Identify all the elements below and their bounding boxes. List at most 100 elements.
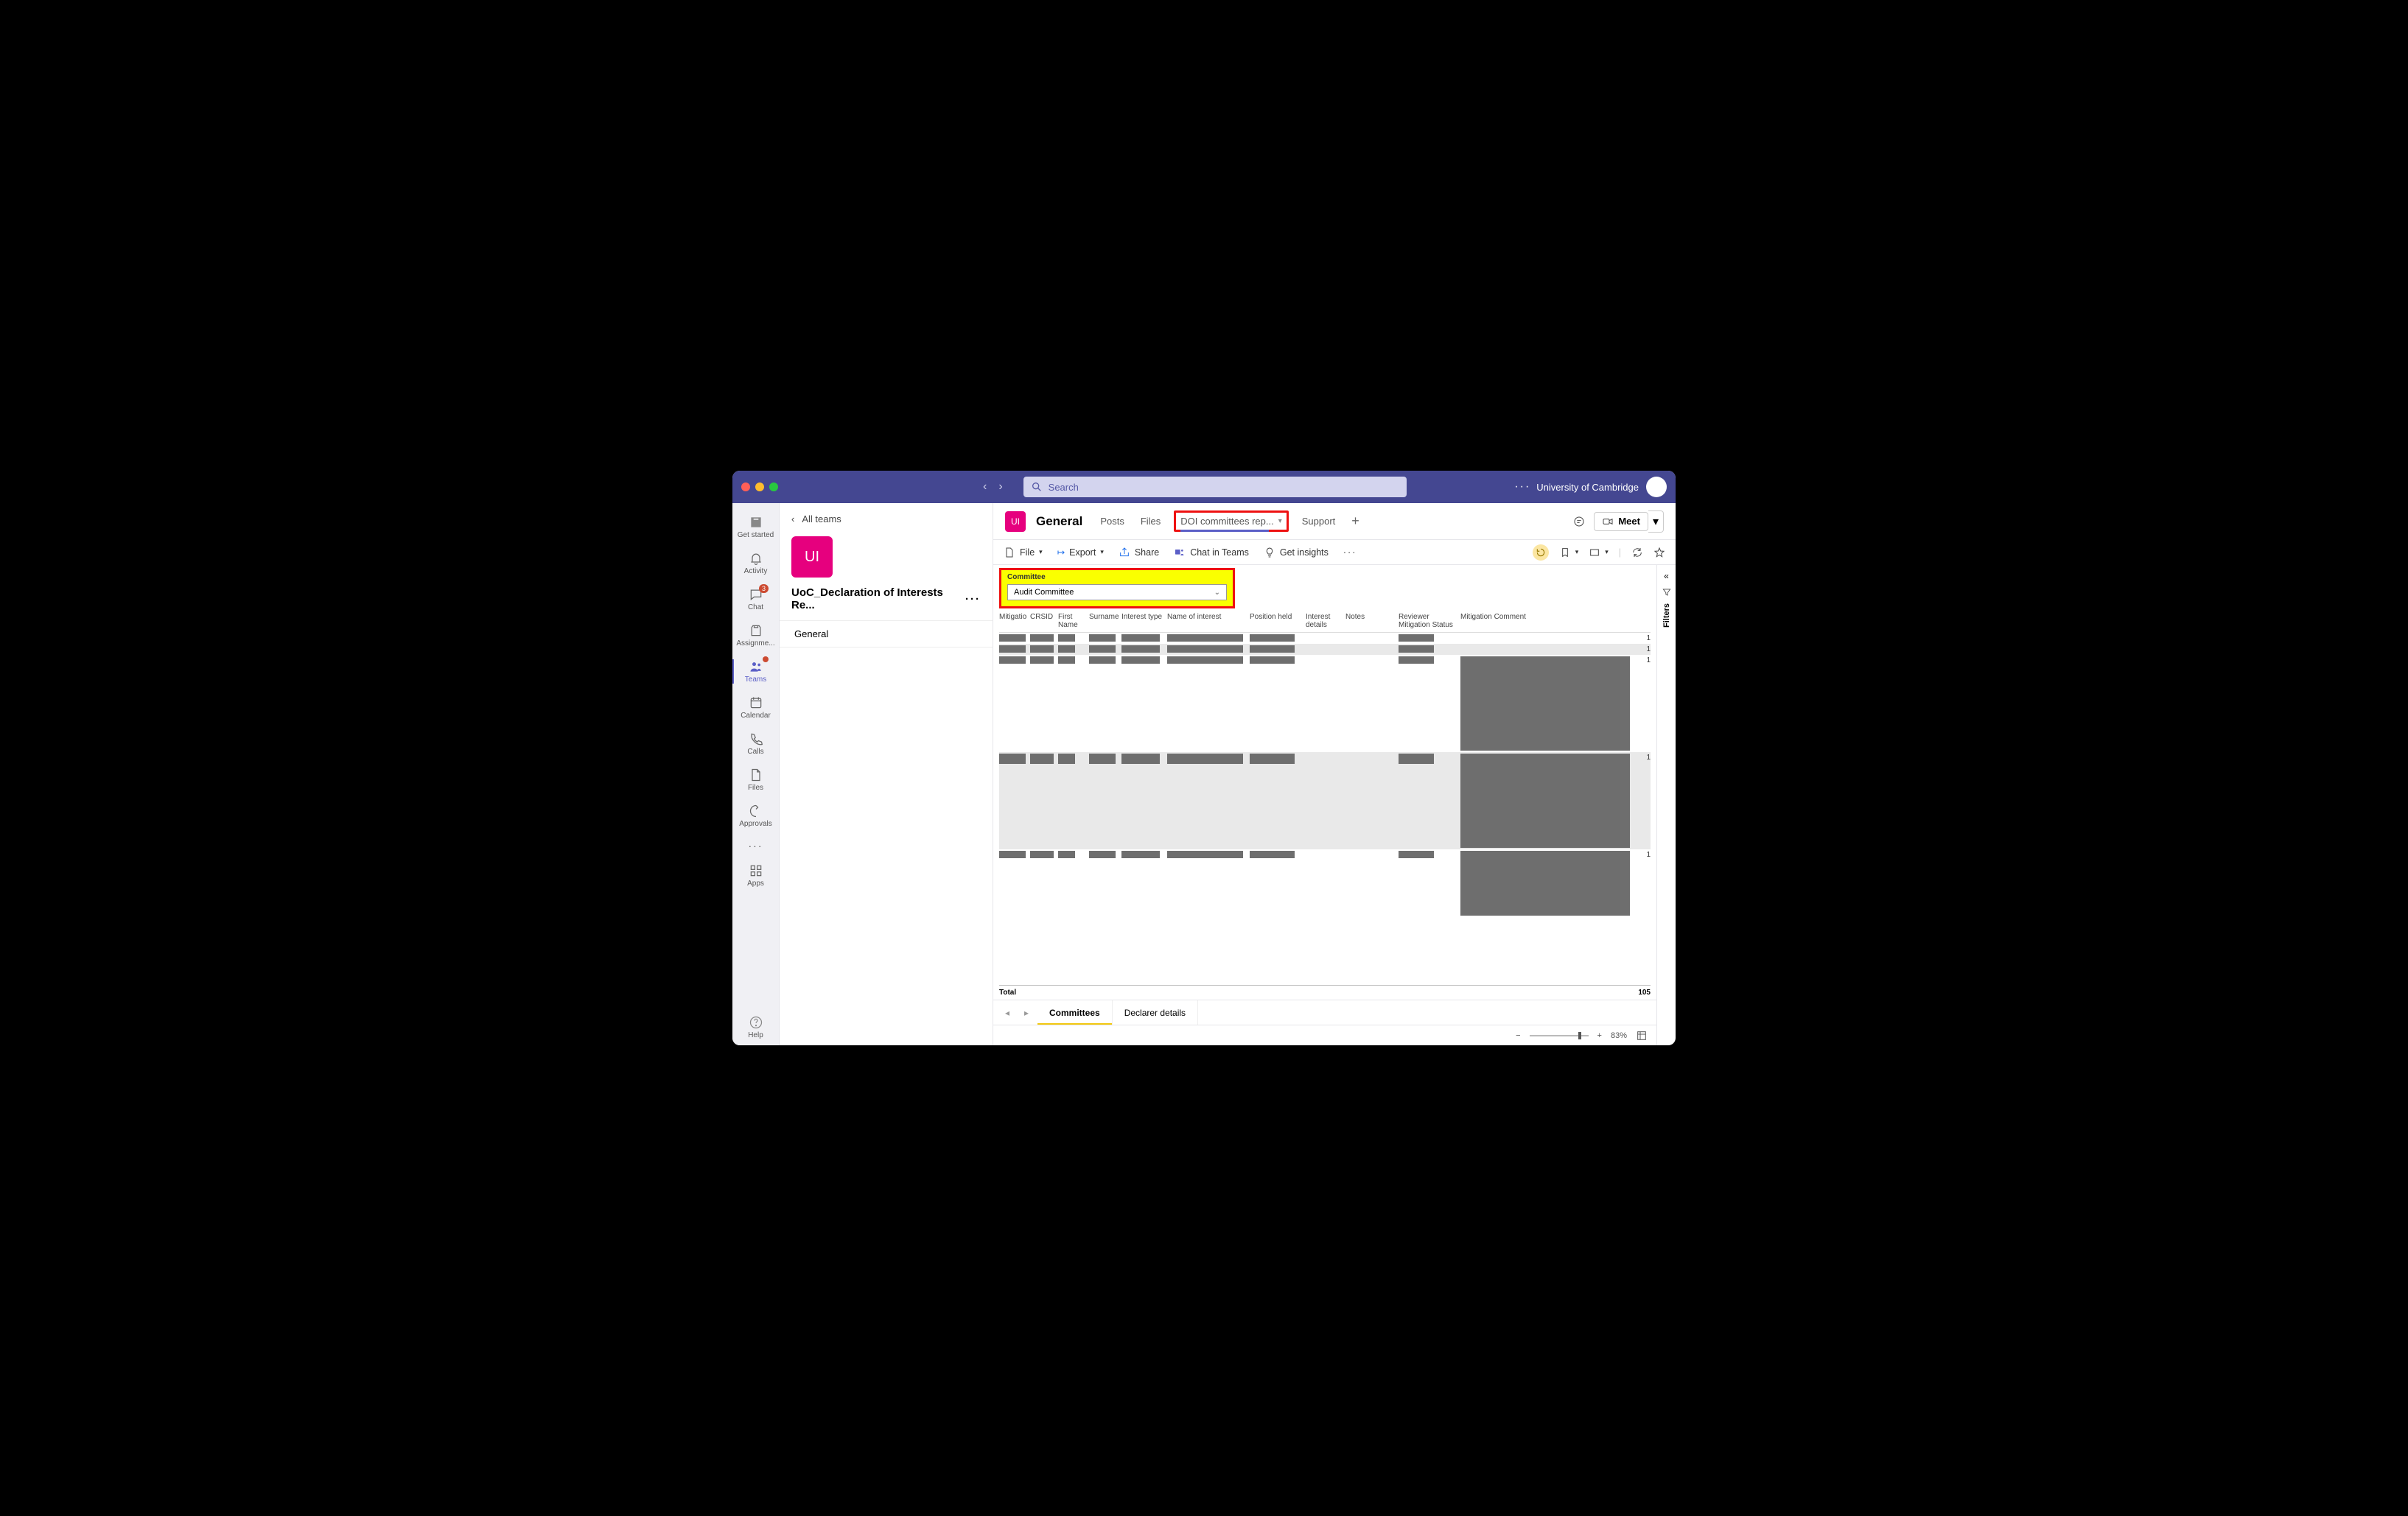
tab-support[interactable]: Support xyxy=(1299,511,1339,531)
team-tile[interactable]: UI xyxy=(791,536,833,578)
forward-button[interactable]: › xyxy=(998,480,1002,494)
rail-assignments[interactable]: Assignme... xyxy=(732,617,779,653)
table-total-row: Total 105 xyxy=(999,985,1651,1000)
col-name-of-interest[interactable]: Name of interest xyxy=(1167,613,1247,629)
tab-files[interactable]: Files xyxy=(1138,511,1163,531)
col-notes[interactable]: Notes xyxy=(1345,613,1396,629)
pbi-overflow[interactable]: ··· xyxy=(1343,547,1357,558)
zoom-slider[interactable] xyxy=(1530,1035,1589,1036)
table-body[interactable]: 11111 xyxy=(999,633,1651,985)
export-icon: ↦ xyxy=(1057,547,1065,558)
pbi-favorite[interactable] xyxy=(1653,547,1665,558)
team-overflow[interactable]: ··· xyxy=(965,593,981,606)
pbi-bookmark[interactable]: ▾ xyxy=(1559,547,1579,558)
pbi-share-button[interactable]: Share xyxy=(1119,547,1159,558)
tab-doi-committees-report[interactable]: DOI committees rep... ▾ xyxy=(1174,510,1288,532)
left-pane: ‹ All teams UI UoC_Declaration of Intere… xyxy=(780,503,993,1045)
search-input[interactable]: Search xyxy=(1023,477,1407,497)
chat-badge: 3 xyxy=(759,584,769,593)
rail-more[interactable]: ··· xyxy=(732,834,779,857)
chevron-down-icon: ▾ xyxy=(1039,548,1043,556)
rail-teams[interactable]: Teams xyxy=(732,653,779,689)
rail-calls[interactable]: Calls xyxy=(732,726,779,762)
col-interest-details[interactable]: Interest details xyxy=(1306,613,1343,629)
filters-pane-collapsed[interactable]: « Filters xyxy=(1656,565,1676,1045)
channel-title: General xyxy=(1036,514,1082,529)
committee-filter-label: Committee xyxy=(1007,573,1227,581)
table-row[interactable]: 1 xyxy=(999,655,1651,752)
minimize-window[interactable] xyxy=(755,482,764,491)
rail-calendar[interactable]: Calendar xyxy=(732,689,779,726)
chevron-down-icon: ▾ xyxy=(1278,517,1282,525)
more-options[interactable]: ··· xyxy=(1514,480,1530,494)
status-bar: − + 83% xyxy=(993,1025,1656,1045)
rail-activity[interactable]: Activity xyxy=(732,545,779,581)
file-icon xyxy=(749,768,763,782)
app-window: ‹ › Search ··· University of Cambridge G… xyxy=(732,471,1676,1045)
org-area[interactable]: University of Cambridge xyxy=(1536,477,1667,497)
bell-icon xyxy=(749,551,763,566)
page-prev[interactable]: ◂ xyxy=(999,1008,1015,1018)
committee-dropdown[interactable]: Audit Committee ⌄ xyxy=(1007,584,1227,600)
col-count xyxy=(1633,613,1651,629)
pbi-chat-teams[interactable]: Chat in Teams xyxy=(1174,547,1249,558)
report-page-tab[interactable]: Committees xyxy=(1037,1000,1113,1025)
rail-apps[interactable]: Apps xyxy=(732,857,779,894)
maximize-window[interactable] xyxy=(769,482,778,491)
zoom-out[interactable]: − xyxy=(1516,1031,1520,1040)
pbi-file-menu[interactable]: File ▾ xyxy=(1004,547,1043,558)
close-window[interactable] xyxy=(741,482,750,491)
report-table: Mitigation CRSID First Name Surname Inte… xyxy=(993,608,1656,1000)
pbi-export-menu[interactable]: ↦ Export ▾ xyxy=(1057,547,1104,558)
calendar-icon xyxy=(749,695,763,710)
tab-posts[interactable]: Posts xyxy=(1097,511,1127,531)
rail-chat[interactable]: 3 Chat xyxy=(732,581,779,617)
pbi-reset-button[interactable] xyxy=(1533,544,1549,561)
table-row[interactable]: 1 xyxy=(999,633,1651,644)
getstarted-icon xyxy=(749,515,763,530)
col-mitigation[interactable]: Mitigation xyxy=(999,613,1027,629)
rail-files[interactable]: Files xyxy=(732,762,779,798)
col-interest-type[interactable]: Interest type xyxy=(1121,613,1164,629)
channel-general[interactable]: General xyxy=(780,620,993,648)
col-position-held[interactable]: Position held xyxy=(1250,613,1303,629)
help-icon xyxy=(749,1015,763,1030)
assignments-icon xyxy=(749,623,763,638)
col-mitigation-comment[interactable]: Mitigation Comment xyxy=(1460,613,1630,629)
rail-approvals[interactable]: Approvals xyxy=(732,798,779,834)
table-row[interactable]: 1 xyxy=(999,644,1651,655)
rail-help[interactable]: Help xyxy=(732,1009,779,1045)
team-name[interactable]: UoC_Declaration of Interests Re... ··· xyxy=(780,583,993,620)
search-placeholder: Search xyxy=(1049,482,1079,493)
table-row[interactable]: 1 xyxy=(999,849,1651,917)
video-icon xyxy=(1602,516,1614,527)
pbi-refresh[interactable] xyxy=(1631,547,1643,558)
view-icon xyxy=(1589,547,1600,558)
pbi-get-insights[interactable]: Get insights xyxy=(1264,547,1329,558)
col-first-name[interactable]: First Name xyxy=(1058,613,1086,629)
filter-icon xyxy=(1662,587,1672,597)
back-button[interactable]: ‹ xyxy=(983,480,987,494)
report-page-tab[interactable]: Declarer details xyxy=(1113,1000,1198,1025)
add-tab-button[interactable]: + xyxy=(1348,509,1362,533)
window-controls xyxy=(741,482,778,491)
back-all-teams[interactable]: ‹ All teams xyxy=(780,503,993,530)
approvals-icon xyxy=(749,804,763,818)
col-surname[interactable]: Surname xyxy=(1089,613,1119,629)
table-row[interactable]: 1 xyxy=(999,752,1651,849)
team-chip: UI xyxy=(1005,511,1026,532)
chevron-down-icon: ▾ xyxy=(1100,548,1104,556)
pbi-view[interactable]: ▾ xyxy=(1589,547,1609,558)
meet-button[interactable]: Meet xyxy=(1594,512,1648,531)
teams-icon xyxy=(1174,547,1186,558)
rail-get-started[interactable]: Get started xyxy=(732,509,779,545)
meet-options[interactable]: ▾ xyxy=(1648,510,1664,533)
zoom-in[interactable]: + xyxy=(1597,1031,1602,1040)
col-crsid[interactable]: CRSID xyxy=(1030,613,1055,629)
col-reviewer-mitigation-status[interactable]: Reviewer Mitigation Status xyxy=(1399,613,1457,629)
page-next[interactable]: ▸ xyxy=(1018,1008,1035,1018)
avatar[interactable] xyxy=(1646,477,1667,497)
channel-tabs: UI General Posts Files DOI committees re… xyxy=(993,503,1676,540)
conversation-icon[interactable] xyxy=(1573,516,1585,527)
fit-to-page[interactable] xyxy=(1636,1030,1648,1042)
